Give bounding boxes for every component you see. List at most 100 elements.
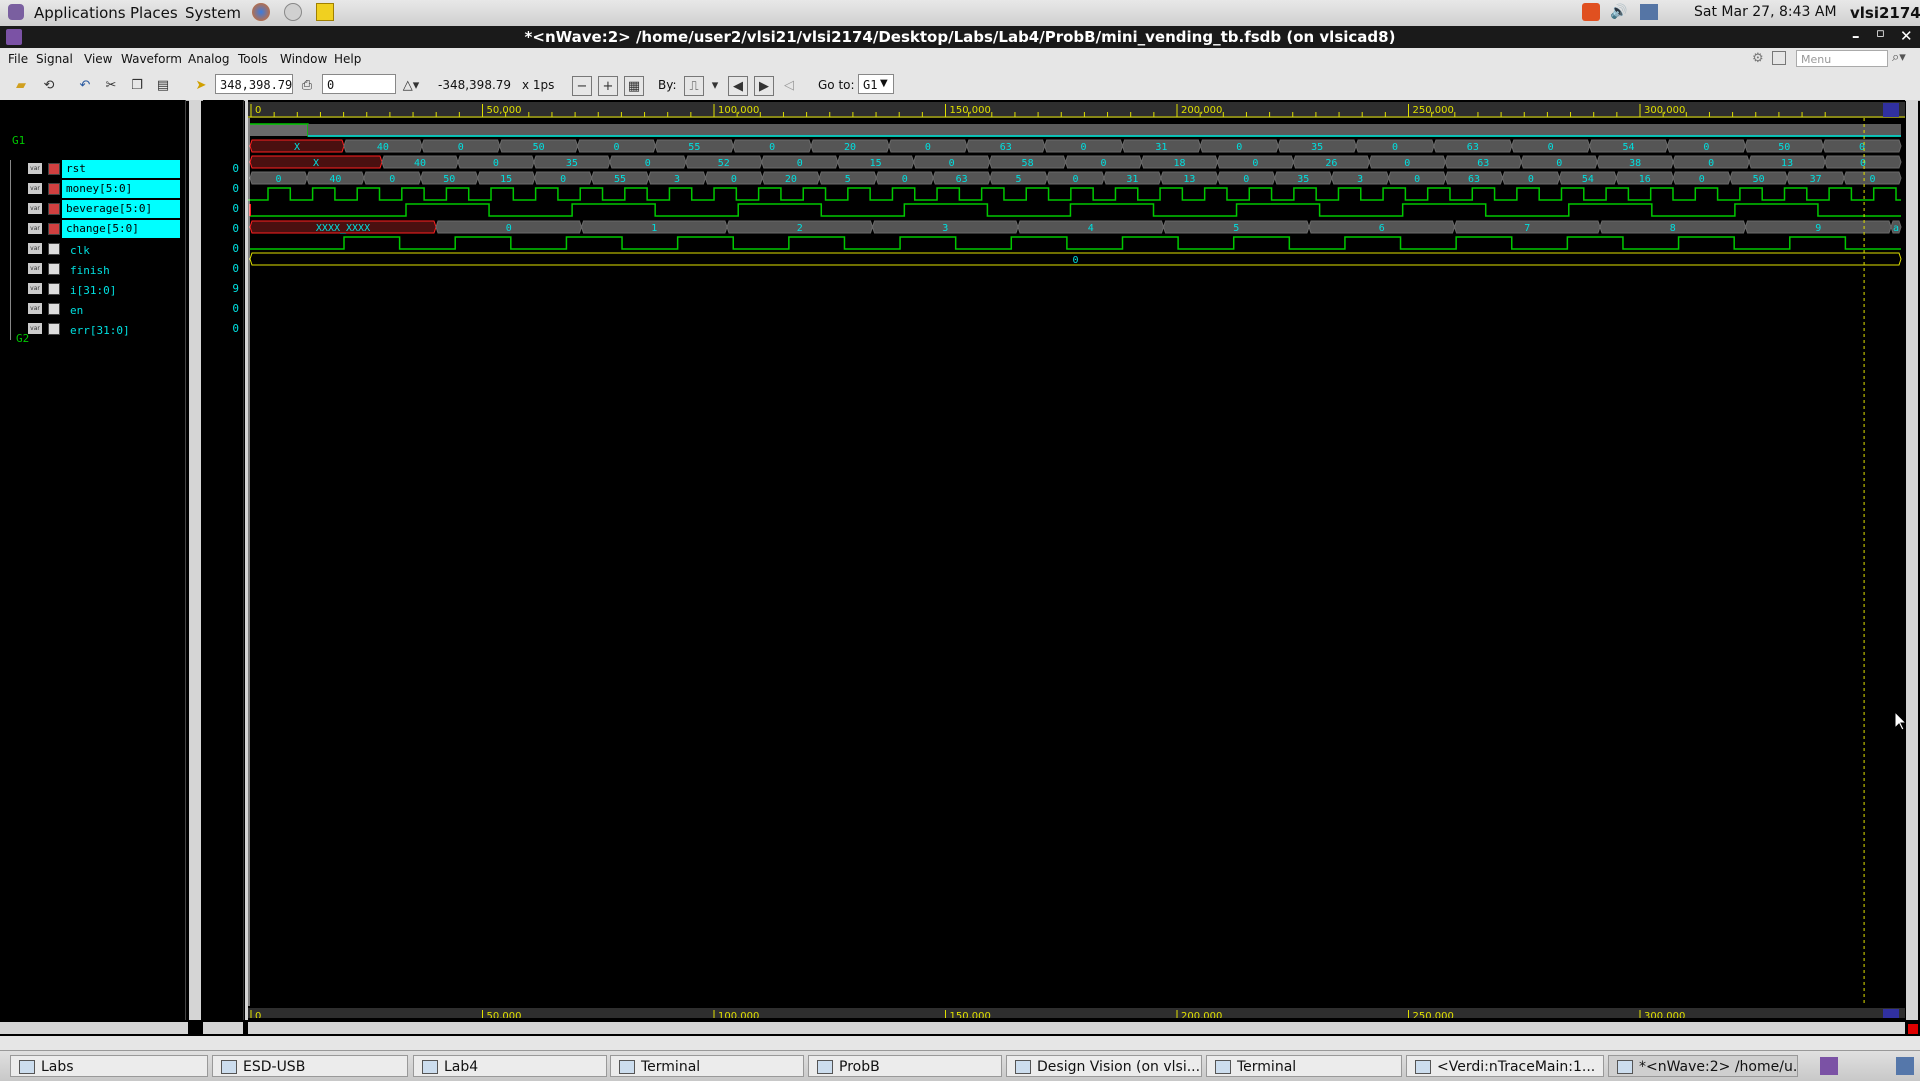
signal-row[interactable]: var beverage[5:0]	[0, 200, 182, 220]
money-bus-value: 0	[1081, 142, 1087, 153]
maximize-icon[interactable]: ▫	[1876, 26, 1885, 41]
window-titlebar[interactable]: *<nWave:2> /home/user2/vlsi21/vlsi2174/D…	[0, 26, 1920, 48]
goto-select[interactable]: G1	[858, 74, 894, 94]
delta-icon[interactable]: △▾	[402, 76, 420, 94]
group-g2-label[interactable]: G2	[16, 332, 29, 345]
print-icon[interactable]: ⎙	[298, 76, 316, 94]
waveform-scrollbar[interactable]	[1906, 100, 1918, 1020]
user-name[interactable]: vlsi2174	[1850, 4, 1920, 22]
menu-analog[interactable]: Analog	[188, 52, 229, 66]
undo-icon[interactable]: ↶	[76, 76, 94, 94]
search-icon[interactable]: ⌕▾	[1892, 50, 1906, 65]
mail-icon[interactable]	[284, 3, 302, 21]
waveform-panel[interactable]: 0 50,000 100,000 150,000 200,000 250,000 300,0…	[248, 100, 1905, 1018]
open-folder-icon[interactable]: ▰	[12, 76, 30, 94]
firefox-icon[interactable]	[252, 3, 270, 21]
signal-bit-icon	[48, 163, 60, 175]
change-bus-value: 35	[1297, 174, 1309, 185]
signal-row[interactable]: var rst	[0, 160, 182, 180]
signal-name[interactable]: rst	[62, 160, 180, 178]
signal-list-hscrollbar[interactable]	[0, 1022, 188, 1034]
taskbar-item-label: Terminal	[1237, 1059, 1297, 1075]
places-menu[interactable]: Places	[130, 4, 178, 22]
signal-name[interactable]: beverage[5:0]	[62, 200, 180, 218]
waveform-canvas[interactable]: 0 50,000 100,000 150,000 200,000 250,000 300,0…	[248, 100, 1905, 1018]
zoom-out-icon[interactable]: −	[572, 76, 592, 96]
err-bus-value: 0	[1072, 255, 1078, 266]
network-icon[interactable]	[1640, 4, 1658, 20]
menu-waveform[interactable]: Waveform	[121, 52, 182, 66]
paste-icon[interactable]: ▤	[154, 76, 172, 94]
alert-icon[interactable]	[1582, 3, 1600, 21]
money-bus-value: 35	[1311, 142, 1323, 153]
menu-file[interactable]: File	[8, 52, 28, 66]
signal-name[interactable]: clk	[66, 242, 176, 260]
ruler-label: 200,000	[1181, 1011, 1222, 1018]
taskbar-item[interactable]: ESD-USB	[212, 1055, 408, 1077]
signal-row[interactable]: var change[5:0]	[0, 220, 182, 240]
menu-window[interactable]: Window	[280, 52, 327, 66]
cursor-time-field[interactable]: 348,398.79	[215, 74, 293, 94]
taskbar-item[interactable]: <Verdi:nTraceMain:1...	[1406, 1055, 1604, 1077]
signal-type-icon: var	[28, 263, 42, 274]
signal-name[interactable]: en	[66, 302, 176, 320]
reload-icon[interactable]: ⟲	[40, 76, 58, 94]
settings-icon[interactable]: ⚙	[1752, 51, 1764, 66]
signal-name[interactable]: money[5:0]	[62, 180, 180, 198]
taskbar-item[interactable]: Design Vision (on vlsi...	[1006, 1055, 1202, 1077]
applications-menu[interactable]: Applications	[34, 4, 126, 22]
menu-signal[interactable]: Signal	[36, 52, 73, 66]
change-bus-value: 55	[614, 174, 626, 185]
dropdown-arrow-icon[interactable]: ▾	[706, 76, 724, 94]
zoom-fit-icon[interactable]: ▦	[624, 76, 644, 96]
signal-name[interactable]: change[5:0]	[62, 220, 180, 238]
taskbar-item[interactable]: Terminal	[610, 1055, 804, 1077]
signal-name[interactable]: err[31:0]	[66, 322, 176, 340]
signal-row[interactable]: var en	[0, 300, 182, 320]
taskbar-item[interactable]: Lab4	[413, 1055, 607, 1077]
prev-edge-icon[interactable]: ◀	[728, 76, 748, 96]
taskbar-window-icon	[619, 1060, 635, 1074]
detach-icon[interactable]	[1772, 51, 1786, 65]
prev-marker-icon[interactable]: ◁	[780, 76, 798, 94]
signal-row[interactable]: var clk	[0, 240, 182, 260]
volume-icon[interactable]: 🔊	[1610, 4, 1627, 20]
cursor-icon[interactable]: ➤	[192, 76, 210, 94]
signal-name[interactable]: finish	[66, 262, 176, 280]
signal-row[interactable]: var i[31:0]	[0, 280, 182, 300]
taskbar-item[interactable]: Terminal	[1206, 1055, 1402, 1077]
show-desktop-icon[interactable]	[1896, 1057, 1914, 1075]
system-menu[interactable]: System	[185, 4, 241, 22]
taskbar-item[interactable]: Labs	[10, 1055, 208, 1077]
menu-help[interactable]: Help	[334, 52, 361, 66]
taskbar-item[interactable]: ProbB	[808, 1055, 1002, 1077]
menu-tools[interactable]: Tools	[238, 52, 268, 66]
edge-select-icon[interactable]: ⎍	[684, 76, 704, 96]
close-icon[interactable]: ✕	[1900, 27, 1913, 45]
menu-search-input[interactable]: Menu	[1796, 50, 1888, 67]
minimize-icon[interactable]: –	[1852, 27, 1860, 45]
copy-icon[interactable]: ❐	[128, 76, 146, 94]
signal-row[interactable]: var money[5:0]	[0, 180, 182, 200]
value-column-hscrollbar[interactable]	[203, 1022, 243, 1034]
beverage-bus-value: 52	[718, 158, 730, 169]
next-edge-icon[interactable]: ▶	[754, 76, 774, 96]
taskbar-item[interactable]: *<nWave:2> /home/u...	[1608, 1055, 1798, 1077]
group-g1-label[interactable]: G1	[12, 134, 25, 147]
menu-view[interactable]: View	[84, 52, 112, 66]
notes-icon[interactable]	[316, 3, 334, 21]
waveform-hscrollbar[interactable]	[248, 1022, 1905, 1034]
goto-chevron-down-icon[interactable]: ▼	[880, 78, 888, 89]
signal-list-scrollbar[interactable]	[189, 100, 201, 1020]
signal-row[interactable]: var finish	[0, 260, 182, 280]
marker-time-field[interactable]: 0	[322, 74, 396, 94]
zoom-in-icon[interactable]: +	[598, 76, 618, 96]
cut-icon[interactable]: ✂	[102, 76, 120, 94]
beverage-bus-value: 13	[1781, 158, 1793, 169]
tray-app-icon[interactable]	[1820, 1057, 1838, 1075]
ruler-label: 300,000	[1644, 1011, 1685, 1018]
signal-name[interactable]: i[31:0]	[66, 282, 176, 300]
money-bus-value: 0	[769, 142, 775, 153]
clock[interactable]: Sat Mar 27, 8:43 AM	[1694, 4, 1837, 20]
signal-value: 0	[232, 182, 239, 195]
